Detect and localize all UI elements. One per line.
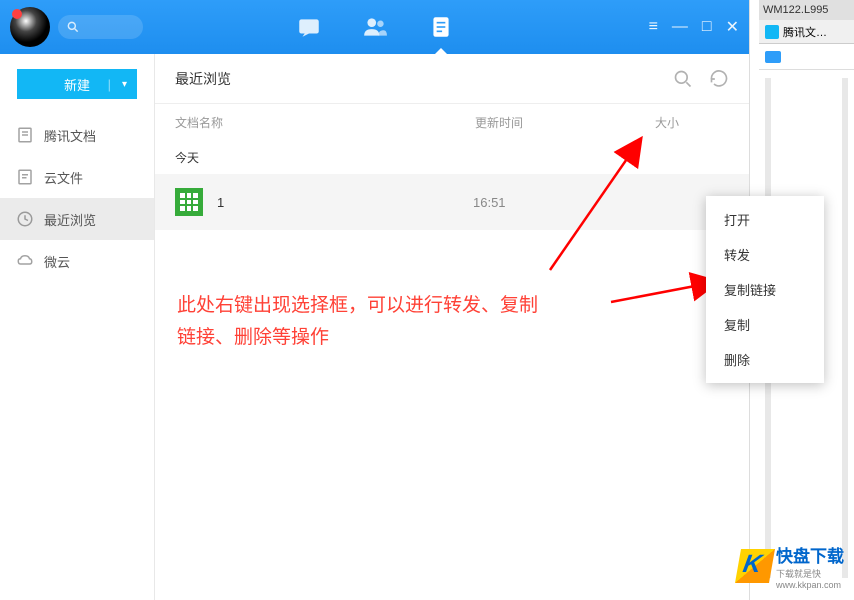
- close-icon[interactable]: ✕: [726, 17, 739, 37]
- watermark-url: www.kkpan.com: [776, 580, 844, 590]
- sidebar-item-label: 腾讯文档: [44, 126, 96, 145]
- sidebar-item-tencent-docs[interactable]: 腾讯文档: [0, 114, 154, 156]
- annotation-text: 此处右键出现选择框，可以进行转发、复制 链接、删除等操作: [177, 290, 538, 355]
- content-header: 最近浏览: [155, 54, 749, 104]
- annotation-arrow: [480, 130, 650, 280]
- cloud-file-icon: [16, 168, 34, 186]
- weiyun-icon: [16, 252, 34, 270]
- context-copy[interactable]: 复制: [706, 307, 824, 342]
- titlebar: ≡ — □ ✕: [0, 0, 749, 54]
- watermark: 快盘下载 下载就是快 www.kkpan.com: [738, 542, 844, 590]
- column-size: 大小: [655, 114, 729, 131]
- sidebar-item-recent[interactable]: 最近浏览: [0, 198, 154, 240]
- minimize-icon[interactable]: —: [672, 18, 688, 36]
- file-name: 1: [217, 195, 473, 210]
- main-tabs: [295, 13, 455, 41]
- context-menu: 打开 转发 复制链接 复制 删除: [706, 196, 824, 383]
- sidebar: 新建 腾讯文档 云文件 最近浏览 微云: [0, 54, 155, 600]
- watermark-logo: [735, 549, 775, 583]
- watermark-brand: 快盘下载: [776, 547, 844, 566]
- context-delete[interactable]: 删除: [706, 342, 824, 377]
- search-icon[interactable]: [673, 69, 693, 89]
- window-controls: ≡ — □ ✕: [649, 17, 739, 37]
- column-name: 文档名称: [175, 114, 475, 131]
- sidebar-item-label: 云文件: [44, 168, 83, 187]
- tab-messages[interactable]: [295, 13, 323, 41]
- tencent-doc-icon: [765, 25, 779, 39]
- strip-toolbar: [759, 44, 854, 70]
- menu-icon[interactable]: ≡: [649, 18, 658, 36]
- strip-title: WM122.L995: [759, 0, 854, 20]
- maximize-icon[interactable]: □: [702, 18, 712, 36]
- strip-app-icon: [765, 51, 781, 63]
- column-time: 更新时间: [475, 114, 655, 131]
- file-row[interactable]: 1 16:51: [155, 174, 749, 230]
- recent-icon: [16, 210, 34, 228]
- header-actions: [673, 69, 729, 89]
- context-open[interactable]: 打开: [706, 202, 824, 237]
- spreadsheet-icon: [175, 188, 203, 216]
- new-button[interactable]: 新建: [17, 69, 137, 99]
- page-title: 最近浏览: [175, 69, 231, 89]
- context-forward[interactable]: 转发: [706, 237, 824, 272]
- context-copy-link[interactable]: 复制链接: [706, 272, 824, 307]
- refresh-icon[interactable]: [709, 69, 729, 89]
- table-header: 文档名称 更新时间 大小: [155, 104, 749, 141]
- sidebar-item-cloud-files[interactable]: 云文件: [0, 156, 154, 198]
- avatar[interactable]: [10, 7, 50, 47]
- doc-icon: [16, 126, 34, 144]
- strip-tab[interactable]: 腾讯文…: [759, 20, 854, 44]
- tab-contacts[interactable]: [361, 13, 389, 41]
- watermark-slogan: 下载就是快: [776, 567, 844, 580]
- search-icon: [66, 20, 80, 34]
- sidebar-item-label: 最近浏览: [44, 210, 96, 229]
- search-input[interactable]: [58, 15, 143, 39]
- sidebar-item-label: 微云: [44, 252, 70, 271]
- tab-docs[interactable]: [427, 13, 455, 41]
- date-group: 今天: [155, 141, 749, 174]
- sidebar-item-weiyun[interactable]: 微云: [0, 240, 154, 282]
